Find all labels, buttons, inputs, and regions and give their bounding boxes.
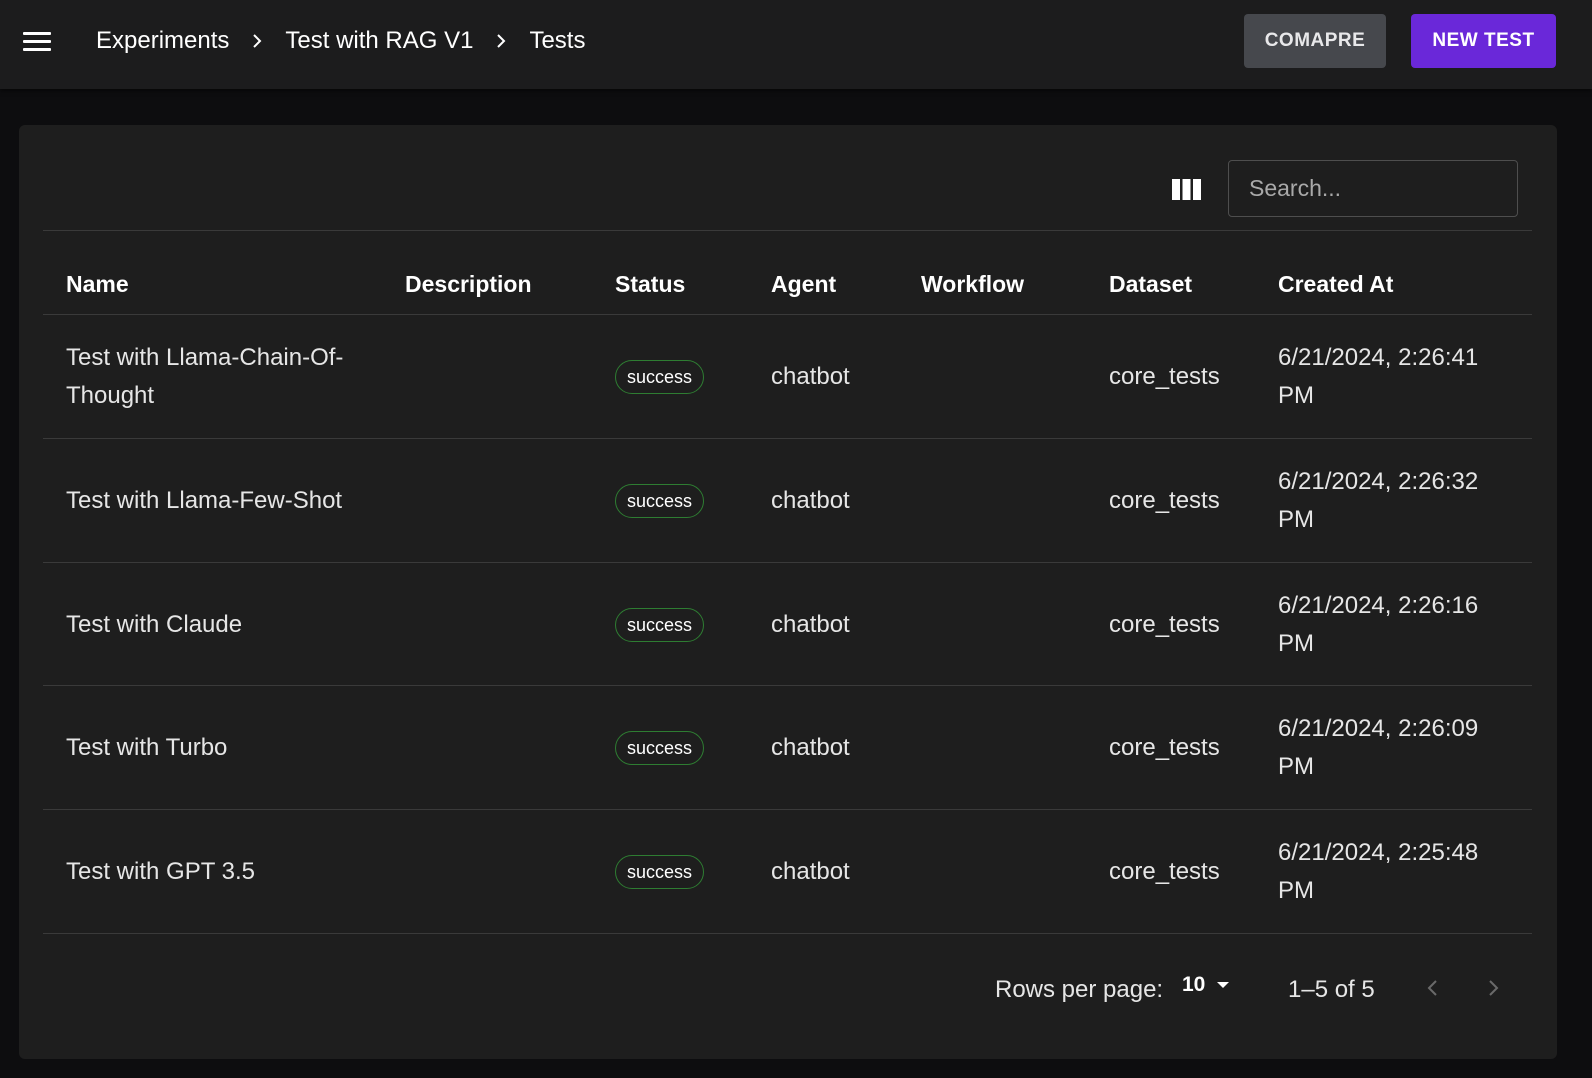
cell-dataset: core_tests — [1109, 858, 1220, 885]
rows-per-page-select[interactable]: 10 — [1182, 973, 1233, 997]
table-row[interactable]: Test with Llama-Few-Shot success chatbot… — [43, 438, 1532, 564]
chevron-left-icon — [1427, 980, 1437, 996]
cell-workflow — [921, 562, 1081, 688]
divider — [43, 933, 1532, 934]
column-header-workflow[interactable]: Workflow — [921, 260, 1024, 308]
column-header-agent[interactable]: Agent — [771, 260, 836, 308]
cell-created-at: 6/21/2024, 2:26:41 PM — [1278, 344, 1479, 409]
breadcrumb-tests: Tests — [529, 27, 586, 54]
table-row[interactable]: Test with Turbo success chatbot core_tes… — [43, 685, 1532, 811]
cell-agent: chatbot — [771, 487, 850, 514]
previous-page-button[interactable] — [1416, 971, 1450, 1005]
column-header-created-at[interactable]: Created At — [1278, 260, 1393, 308]
cell-description — [405, 562, 585, 688]
rows-per-page-label: Rows per page: — [995, 976, 1164, 1003]
cell-workflow — [921, 314, 1081, 440]
cell-dataset: core_tests — [1109, 487, 1220, 514]
cell-description — [405, 809, 585, 935]
column-header-name[interactable]: Name — [66, 260, 129, 308]
breadcrumb: Experiments Test with RAG V1 Tests — [96, 0, 585, 82]
pagination: Rows per page: 10 1–5 of 5 — [19, 939, 1557, 1029]
cell-description — [405, 685, 585, 811]
menu-icon[interactable] — [22, 27, 52, 57]
cell-name: Test with GPT 3.5 — [66, 858, 255, 885]
column-header-dataset[interactable]: Dataset — [1109, 260, 1192, 308]
cell-created-at: 6/21/2024, 2:26:16 PM — [1278, 592, 1479, 657]
cell-name: Test with Claude — [66, 611, 243, 638]
status-badge: success — [615, 484, 705, 518]
pagination-range: 1–5 of 5 — [1288, 976, 1375, 1003]
cell-dataset: core_tests — [1109, 611, 1220, 638]
cell-agent: chatbot — [771, 363, 850, 390]
cell-description — [405, 438, 585, 564]
column-header-status[interactable]: Status — [615, 260, 685, 308]
cell-name: Test with Turbo — [66, 734, 228, 761]
cell-created-at: 6/21/2024, 2:26:32 PM — [1278, 468, 1479, 533]
rows-per-page-value: 10 — [1182, 973, 1206, 996]
breadcrumb-experiment[interactable]: Test with RAG V1 — [285, 27, 473, 55]
cell-agent: chatbot — [771, 611, 850, 638]
cell-agent: chatbot — [771, 858, 850, 885]
search-input[interactable] — [1228, 160, 1518, 217]
chevron-right-icon — [473, 33, 529, 49]
new-test-button[interactable]: NEW TEST — [1411, 14, 1556, 68]
arrow-drop-down-icon — [1217, 982, 1230, 988]
cell-workflow — [921, 685, 1081, 811]
cell-workflow — [921, 438, 1081, 564]
status-badge: success — [615, 731, 705, 765]
table-row[interactable]: Test with Claude success chatbot core_te… — [43, 562, 1532, 688]
chevron-right-icon — [1489, 980, 1499, 996]
cell-agent: chatbot — [771, 734, 850, 761]
app-bar: Experiments Test with RAG V1 Tests COMAP… — [0, 0, 1592, 89]
compare-button[interactable]: COMAPRE — [1244, 14, 1386, 68]
cell-dataset: core_tests — [1109, 363, 1220, 390]
divider — [43, 230, 1532, 231]
chevron-right-icon — [229, 33, 285, 49]
next-page-button[interactable] — [1476, 971, 1510, 1005]
status-badge: success — [615, 360, 705, 394]
cell-name: Test with Llama-Few-Shot — [66, 487, 343, 514]
breadcrumb-experiments[interactable]: Experiments — [96, 27, 229, 55]
view-column-icon[interactable] — [1172, 179, 1201, 200]
cell-created-at: 6/21/2024, 2:26:09 PM — [1278, 715, 1479, 780]
column-header-description[interactable]: Description — [405, 260, 532, 308]
tests-table-panel: Name Description Status Agent Workflow D… — [19, 125, 1557, 1059]
status-badge: success — [615, 855, 705, 889]
table-row[interactable]: Test with Llama-Chain-Of-Thought success… — [43, 314, 1532, 440]
cell-dataset: core_tests — [1109, 734, 1220, 761]
cell-description — [405, 314, 585, 440]
cell-workflow — [921, 809, 1081, 935]
status-badge: success — [615, 608, 705, 642]
cell-name: Test with Llama-Chain-Of-Thought — [66, 344, 344, 409]
cell-created-at: 6/21/2024, 2:25:48 PM — [1278, 839, 1479, 904]
table-row[interactable]: Test with GPT 3.5 success chatbot core_t… — [43, 809, 1532, 935]
